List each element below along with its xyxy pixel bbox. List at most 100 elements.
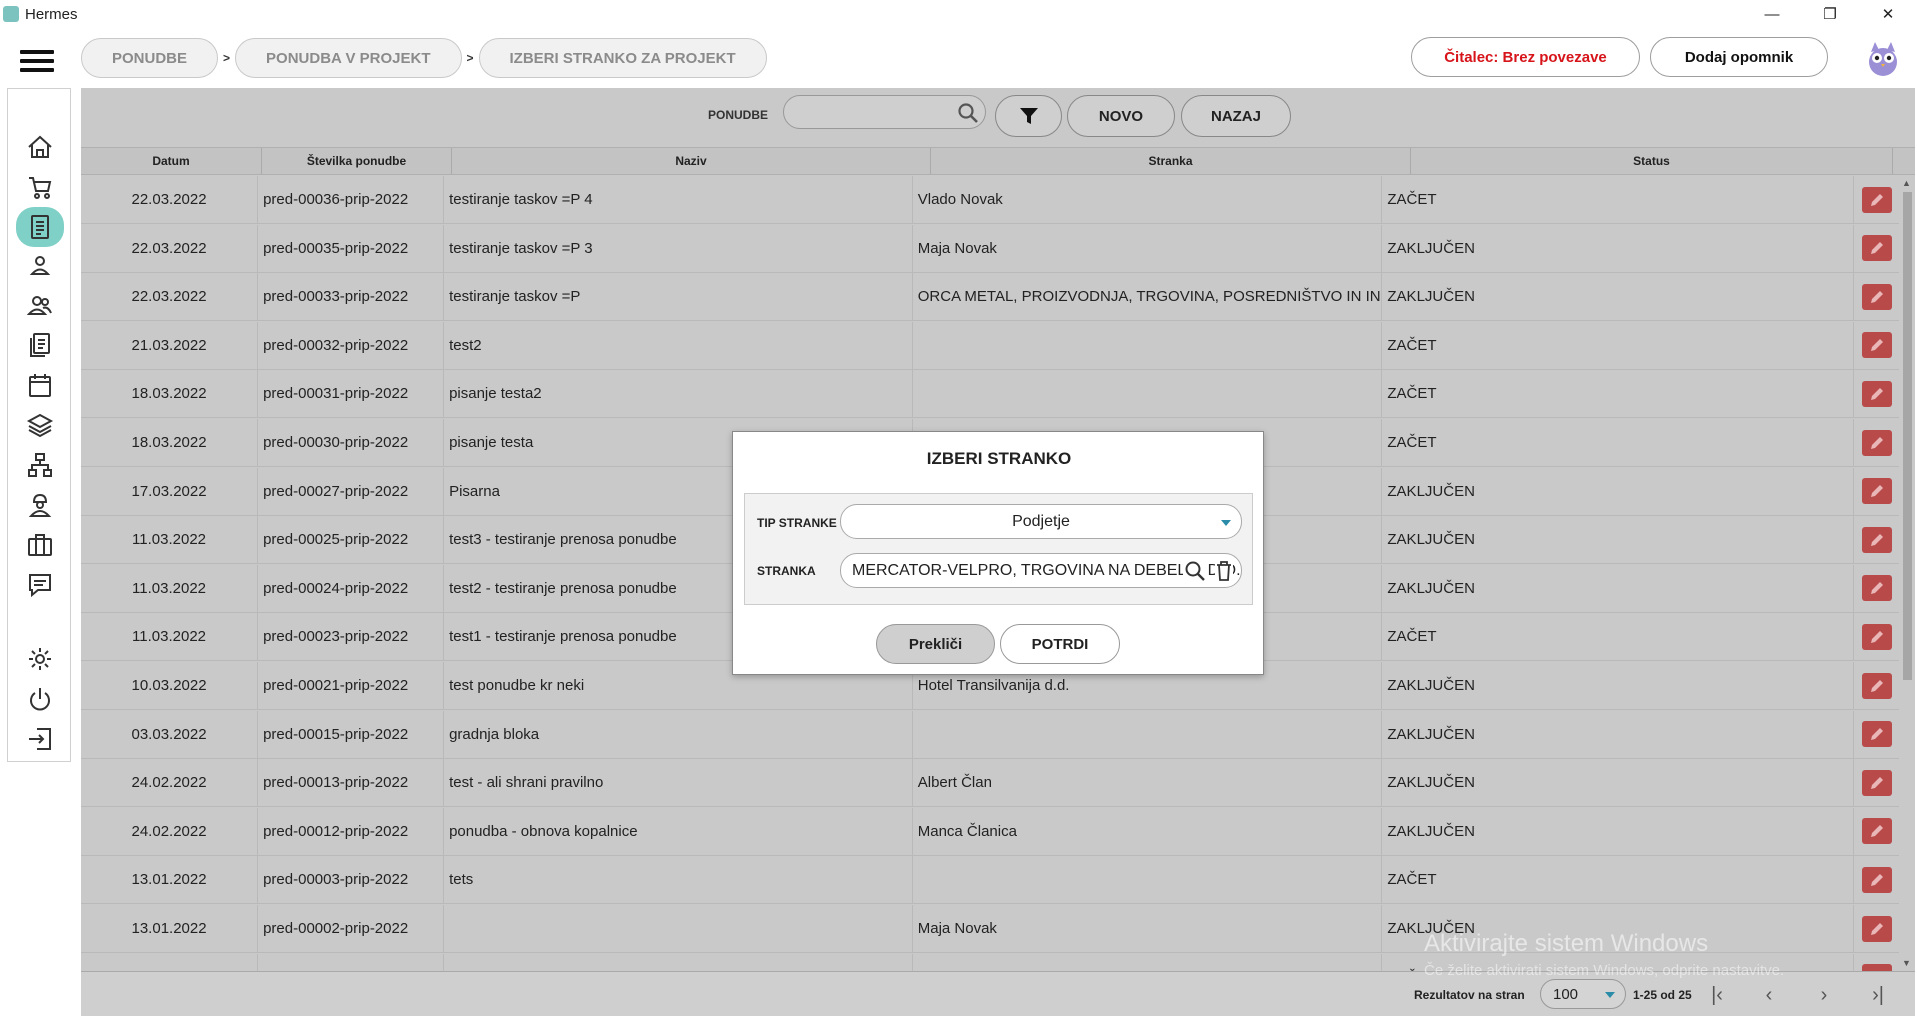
edit-button[interactable] <box>1861 429 1892 456</box>
cell-title: testiranje taskov =P <box>444 273 913 321</box>
cell-title: test - ali shrani pravilno <box>444 759 913 807</box>
edit-button[interactable] <box>1861 964 1892 971</box>
sidebar-item-settings[interactable] <box>21 641 59 677</box>
cell-actions <box>1854 759 1899 806</box>
sidebar-item-hierarchy[interactable] <box>21 447 59 483</box>
search-icon[interactable] <box>1183 560 1207 582</box>
edit-button[interactable] <box>1861 478 1892 505</box>
prev-page-icon[interactable]: ‹ <box>1754 981 1784 1009</box>
edit-button[interactable] <box>1861 623 1892 650</box>
table-row[interactable]: 22.03.2022 pred-00033-prip-2022 testiranje… <box>81 273 1899 322</box>
column-header-date[interactable]: Datum <box>81 148 262 174</box>
table-row[interactable]: 03.03.2022 pred-00015-prip-2022 gradnja bl… <box>81 710 1899 759</box>
edit-button[interactable] <box>1861 818 1892 845</box>
search-input[interactable] <box>783 95 986 129</box>
sidebar-item-worker[interactable] <box>21 487 59 523</box>
column-header-number[interactable]: Številka ponudbe <box>262 148 452 174</box>
edit-button[interactable] <box>1861 332 1892 359</box>
edit-button[interactable] <box>1861 380 1892 407</box>
search-label: PONUDBE <box>708 108 769 122</box>
table-row[interactable]: 22.03.2022 pred-00035-prip-2022 testiranje… <box>81 224 1899 273</box>
table-row[interactable]: 24.02.2022 pred-00013-prip-2022 test - ali… <box>81 759 1899 808</box>
edit-button[interactable] <box>1861 672 1892 699</box>
cancel-button[interactable]: Prekliči <box>876 624 995 664</box>
per-page-select[interactable]: 100 <box>1540 979 1626 1009</box>
edit-button[interactable] <box>1861 915 1892 942</box>
cell-number: pred-00033-prip-2022 <box>258 273 445 321</box>
table-row[interactable]: 22.03.2022 pred-00036-prip-2022 testiranje… <box>81 176 1899 224</box>
cell-date: 22.03.2022 <box>81 273 259 321</box>
column-header-title[interactable]: Naziv <box>452 148 931 174</box>
cell-status: ZAČET <box>1382 419 1854 466</box>
calendar-icon <box>29 374 51 397</box>
table-row[interactable]: 13.01.2022 pred-00003-prip-2022 tets ZAČET <box>81 856 1899 905</box>
scroll-down-icon[interactable]: ▼ <box>1902 958 1911 968</box>
edit-button[interactable] <box>1861 235 1892 262</box>
cell-actions <box>1854 273 1899 320</box>
scrollbar-thumb[interactable] <box>1903 192 1912 680</box>
filter-button[interactable] <box>995 95 1062 137</box>
cell-title: ponudba - obnova kopalnice <box>444 807 913 855</box>
sidebar-item-offers[interactable] <box>16 207 64 247</box>
minimize-button[interactable]: — <box>1743 0 1801 28</box>
edit-button[interactable] <box>1861 526 1892 553</box>
table-row[interactable]: 24.02.2022 pred-00012-prip-2022 ponudba - … <box>81 807 1899 856</box>
last-page-icon[interactable]: ›| <box>1863 981 1893 1009</box>
sidebar-item-cart[interactable] <box>21 169 59 205</box>
trash-icon[interactable] <box>1215 560 1233 582</box>
edit-button[interactable] <box>1861 866 1892 893</box>
sidebar-item-messages[interactable] <box>21 567 59 603</box>
cell-number: pred-00021-prip-2022 <box>258 662 445 709</box>
first-page-icon[interactable]: |‹ <box>1702 981 1732 1009</box>
restore-button[interactable]: ❐ <box>1801 0 1859 28</box>
windows-activation-watermark: Aktivirajte sistem Windows <box>1424 930 1709 957</box>
client-field[interactable]: MERCATOR-VELPRO, TRGOVINA NA DEBELO, D.O… <box>840 553 1242 588</box>
breadcrumb-item-ponudba-v-projekt[interactable]: PONUDBA V PROJEKT <box>235 38 462 78</box>
edit-button[interactable] <box>1861 575 1892 602</box>
vertical-scrollbar[interactable]: ▲ ▼ <box>1900 178 1914 968</box>
pencil-icon <box>1870 485 1883 498</box>
sidebar-item-documents[interactable] <box>21 327 59 363</box>
edit-button[interactable] <box>1861 769 1892 796</box>
sidebar-item-home[interactable] <box>21 129 59 165</box>
cell-status: ZAKLJUČEN <box>1382 467 1854 515</box>
owl-avatar-icon[interactable] <box>1865 38 1901 78</box>
next-page-icon[interactable]: › <box>1809 981 1839 1009</box>
table-row[interactable]: 21.03.2022 pred-00032-prip-2022 test2 ZAČET <box>81 321 1899 370</box>
client-label: STRANKA <box>757 564 816 578</box>
sidebar-item-logout[interactable] <box>21 721 59 757</box>
sidebar-item-layers[interactable] <box>21 407 59 443</box>
sidebar-item-person[interactable] <box>21 247 59 283</box>
pencil-icon <box>1870 290 1883 303</box>
table-row[interactable]: 18.03.2022 pred-00031-prip-2022 pisanje te… <box>81 370 1899 419</box>
hamburger-menu-icon[interactable] <box>20 50 54 76</box>
scroll-up-icon[interactable]: ▲ <box>1902 178 1911 188</box>
cell-title <box>444 953 913 971</box>
back-button[interactable]: NAZAJ <box>1181 95 1291 137</box>
edit-button[interactable] <box>1861 186 1892 213</box>
column-header-client[interactable]: Stranka <box>931 148 1411 174</box>
cell-client: Vlado Novak <box>913 176 1383 223</box>
breadcrumb-item-izberi-stranko[interactable]: IZBERI STRANKO ZA PROJEKT <box>478 38 767 78</box>
add-reminder-button[interactable]: Dodaj opomnik <box>1650 37 1828 77</box>
column-header-status[interactable]: Status <box>1411 148 1893 174</box>
sidebar-item-briefcase[interactable] <box>21 527 59 563</box>
card-reader-status-button[interactable]: Čitalec: Brez povezave <box>1411 37 1640 77</box>
sidebar-item-people[interactable] <box>21 287 59 323</box>
cell-title: gradnja bloka <box>444 710 913 758</box>
sidebar-item-power[interactable] <box>21 681 59 717</box>
breadcrumb-item-ponudbe[interactable]: PONUDBE <box>81 38 219 78</box>
confirm-button[interactable]: POTRDI <box>1000 624 1120 664</box>
document-icon <box>31 215 49 239</box>
edit-button[interactable] <box>1861 283 1892 310</box>
pencil-icon <box>1870 679 1883 692</box>
per-page-label: Rezultatov na stran <box>1414 988 1525 1002</box>
edit-button[interactable] <box>1861 721 1892 748</box>
pencil-icon <box>1870 630 1883 643</box>
new-button[interactable]: NOVO <box>1067 95 1175 137</box>
cell-number: pred-00015-prip-2022 <box>258 710 445 758</box>
search-icon[interactable] <box>957 102 979 124</box>
sidebar-item-calendar[interactable] <box>21 367 59 403</box>
close-button[interactable]: ✕ <box>1859 0 1917 28</box>
client-type-select[interactable]: Podjetje <box>840 504 1242 539</box>
